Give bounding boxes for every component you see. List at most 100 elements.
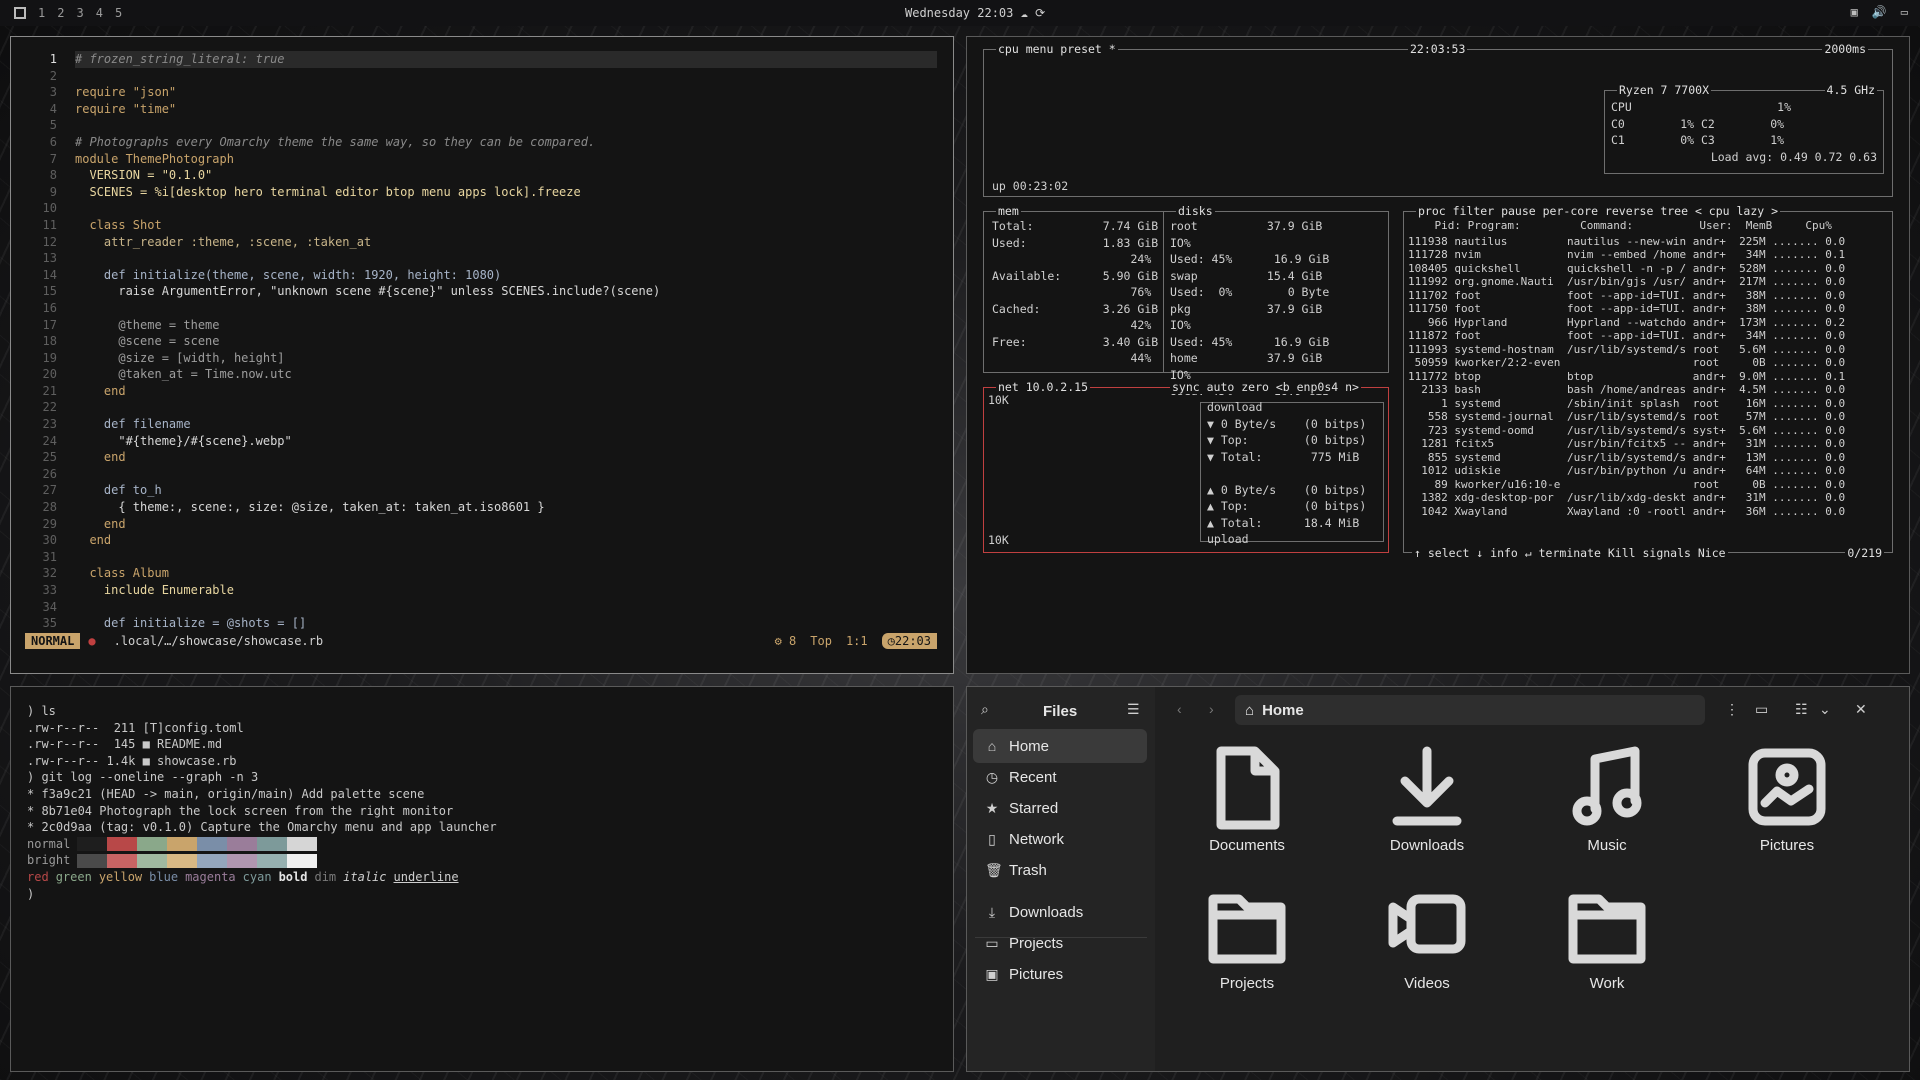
btop-window[interactable]: cpu menu preset * 22:03:53 2000ms Ryzen … [966, 36, 1910, 674]
process-row[interactable]: 50959 kworker/2:2-even root 0B ....... 0… [1408, 356, 1845, 370]
code-line[interactable] [75, 549, 937, 566]
sidebar-item-trash[interactable]: 🗑 Trash [973, 853, 1147, 887]
cpu-interval[interactable]: 2000ms [1822, 42, 1868, 56]
code-line[interactable]: def initialize = @shots = [] [75, 615, 937, 632]
editor-window[interactable]: 1 2 3 4 5 6 7 8 9 10 11 12 13 14 15 16 17 18 19 20 21 22 23 24 2… [10, 36, 954, 674]
volume-icon[interactable]: 🔊 [1872, 5, 1887, 19]
code-line[interactable]: def to_h [75, 482, 937, 499]
code-line[interactable]: end [75, 449, 937, 466]
close-icon[interactable]: ✕ [1855, 701, 1867, 718]
proc-list[interactable]: 111938 nautilus nautilus --new-win andr+… [1408, 235, 1845, 519]
code-line[interactable]: end [75, 383, 937, 400]
search-icon[interactable]: ⌕ [981, 701, 989, 718]
file-item-projects[interactable]: Projects [1187, 883, 1307, 992]
code-line[interactable]: include Enumerable [75, 582, 937, 599]
code-line[interactable]: class Shot [75, 217, 937, 234]
code-line[interactable]: @theme = theme [75, 317, 937, 334]
menu-icon[interactable]: ☰ [1127, 701, 1140, 718]
process-row[interactable]: 2133 bash bash /home/andreas andr+ 4.5M … [1408, 383, 1845, 397]
process-row[interactable]: 111750 foot foot --app-id=TUI. andr+ 38M… [1408, 302, 1845, 316]
workspace-3[interactable]: 3 [76, 6, 83, 20]
code-line[interactable] [75, 599, 937, 616]
process-row[interactable]: 111872 foot foot --app-id=TUI. andr+ 34M… [1408, 329, 1845, 343]
back-icon[interactable]: ‹ [1177, 701, 1182, 717]
process-row[interactable]: 1012 udiskie /usr/bin/python /u andr+ 64… [1408, 464, 1845, 478]
process-row[interactable]: 111728 nvim nvim --embed /home andr+ 34M… [1408, 248, 1845, 262]
code-line[interactable] [75, 399, 937, 416]
sidebar-item-network[interactable]: ▯ Network [973, 822, 1147, 856]
code-line[interactable]: @size = [width, height] [75, 350, 937, 367]
code-line[interactable]: require "time" [75, 101, 937, 118]
chevron-down-icon[interactable]: ⌄ [1819, 701, 1831, 718]
file-item-pictures[interactable]: Pictures [1727, 745, 1847, 854]
process-row[interactable]: 1281 fcitx5 /usr/bin/fcitx5 -- andr+ 31M… [1408, 437, 1845, 451]
file-item-downloads[interactable]: Downloads [1367, 745, 1487, 854]
process-row[interactable]: 89 kworker/u16:10-e root 0B ....... 0.0 [1408, 478, 1845, 492]
workspace-5[interactable]: 5 [115, 6, 122, 20]
code-line[interactable]: def initialize(theme, scene, width: 1920… [75, 267, 937, 284]
sidebar-item-starred[interactable]: ★ Starred [973, 791, 1147, 825]
process-row[interactable]: 723 systemd-oomd /usr/lib/systemd/s syst… [1408, 424, 1845, 438]
process-row[interactable]: 1042 Xwayland Xwayland :0 -rootl andr+ 3… [1408, 505, 1845, 519]
more-icon[interactable]: ⋮ [1725, 701, 1739, 718]
code-line[interactable]: require "json" [75, 84, 937, 101]
sidebar-item-downloads[interactable]: ⤓ Downloads [973, 895, 1147, 929]
screen-icon[interactable]: ▣ [1851, 5, 1858, 19]
code-line[interactable]: attr_reader :theme, :scene, :taken_at [75, 234, 937, 251]
proc-footer[interactable]: ↑ select ↓ info ↵ terminate Kill signals… [1412, 546, 1728, 560]
cpu-tabs[interactable]: cpu menu preset * [996, 42, 1118, 56]
workspace-1[interactable]: 1 [38, 6, 45, 20]
display-icon[interactable]: ▭ [1901, 5, 1908, 19]
code-line[interactable]: class Album [75, 565, 937, 582]
file-item-documents[interactable]: Documents [1187, 745, 1307, 854]
clock[interactable]: Wednesday 22:03 ☁ ⟳ [905, 6, 1045, 20]
proc-tabs[interactable]: proc filter pause per-core reverse tree … [1416, 204, 1781, 218]
process-row[interactable]: 558 systemd-journal /usr/lib/systemd/s r… [1408, 410, 1845, 424]
terminal-output[interactable]: ) ls .rw-r--r-- 211 [T]config.toml .rw-r--… [27, 703, 497, 902]
process-row[interactable]: 111992 org.gnome.Nauti /usr/bin/gjs /usr… [1408, 275, 1845, 289]
sidebar-item-recent[interactable]: ◷ Recent [973, 760, 1147, 794]
process-row[interactable]: 966 Hyprland Hyprland --watchdo andr+ 17… [1408, 316, 1845, 330]
new-folder-icon[interactable]: ▭ [1755, 701, 1768, 718]
file-item-videos[interactable]: Videos [1367, 883, 1487, 992]
code-line[interactable]: { theme:, scene:, size: @size, taken_at:… [75, 499, 937, 516]
code-line[interactable] [75, 200, 937, 217]
code-line[interactable] [75, 117, 937, 134]
process-row[interactable]: 111993 systemd-hostnam /usr/lib/systemd/… [1408, 343, 1845, 357]
sidebar-item-pictures[interactable]: ▣ Pictures [973, 957, 1147, 991]
sidebar-item-home[interactable]: ⌂ Home [973, 729, 1147, 763]
code-line[interactable]: SCENES = %i[desktop hero terminal editor… [75, 184, 937, 201]
view-list-icon[interactable]: ☷ [1795, 701, 1808, 718]
code-line[interactable]: @scene = scene [75, 333, 937, 350]
code-line[interactable]: "#{theme}/#{scene}.webp" [75, 433, 937, 450]
launcher-icon[interactable] [14, 7, 26, 19]
code-line[interactable]: module ThemePhotograph [75, 151, 937, 168]
process-row[interactable]: 111702 foot foot --app-id=TUI. andr+ 38M… [1408, 289, 1845, 303]
refresh-icon[interactable]: ⟳ [1035, 6, 1045, 20]
process-row[interactable]: 108405 quickshell quickshell -n -p / and… [1408, 262, 1845, 276]
sidebar-item-projects[interactable]: ▭ Projects [973, 926, 1147, 960]
process-row[interactable]: 1382 xdg-desktop-por /usr/lib/xdg-deskt … [1408, 491, 1845, 505]
workspace-2[interactable]: 2 [57, 6, 64, 20]
process-row[interactable]: 111938 nautilus nautilus --new-win andr+… [1408, 235, 1845, 249]
code-area[interactable]: # frozen_string_literal: true require "js… [75, 51, 937, 632]
cloud-icon[interactable]: ☁ [1021, 6, 1028, 20]
code-line[interactable]: @taken_at = Time.now.utc [75, 366, 937, 383]
process-row[interactable]: 855 systemd /usr/lib/systemd/s andr+ 13M… [1408, 451, 1845, 465]
files-window[interactable]: ⌕ Files ☰ ⌂ Home ◷ Recent ★ Starred ▯ Network 🗑 T… [966, 686, 1910, 1072]
code-line[interactable] [75, 250, 937, 267]
process-row[interactable]: 111772 btop btop andr+ 9.0M ....... 0.1 [1408, 370, 1845, 384]
code-line[interactable]: raise ArgumentError, "unknown scene #{sc… [75, 283, 937, 300]
file-item-music[interactable]: Music [1547, 745, 1667, 854]
terminal-window[interactable]: ) ls .rw-r--r-- 211 [T]config.toml .rw-r--… [10, 686, 954, 1072]
prompt[interactable]: ) [27, 886, 497, 903]
code-line[interactable]: # Photographs every Omarchy theme the sa… [75, 134, 937, 151]
code-line[interactable] [75, 466, 937, 483]
file-item-work[interactable]: Work [1547, 883, 1667, 992]
code-line[interactable]: def filename [75, 416, 937, 433]
code-line[interactable] [75, 300, 937, 317]
code-line[interactable]: end [75, 516, 937, 533]
code-line[interactable]: VERSION = "0.1.0" [75, 167, 937, 184]
workspace-4[interactable]: 4 [96, 6, 103, 20]
forward-icon[interactable]: › [1209, 701, 1214, 717]
